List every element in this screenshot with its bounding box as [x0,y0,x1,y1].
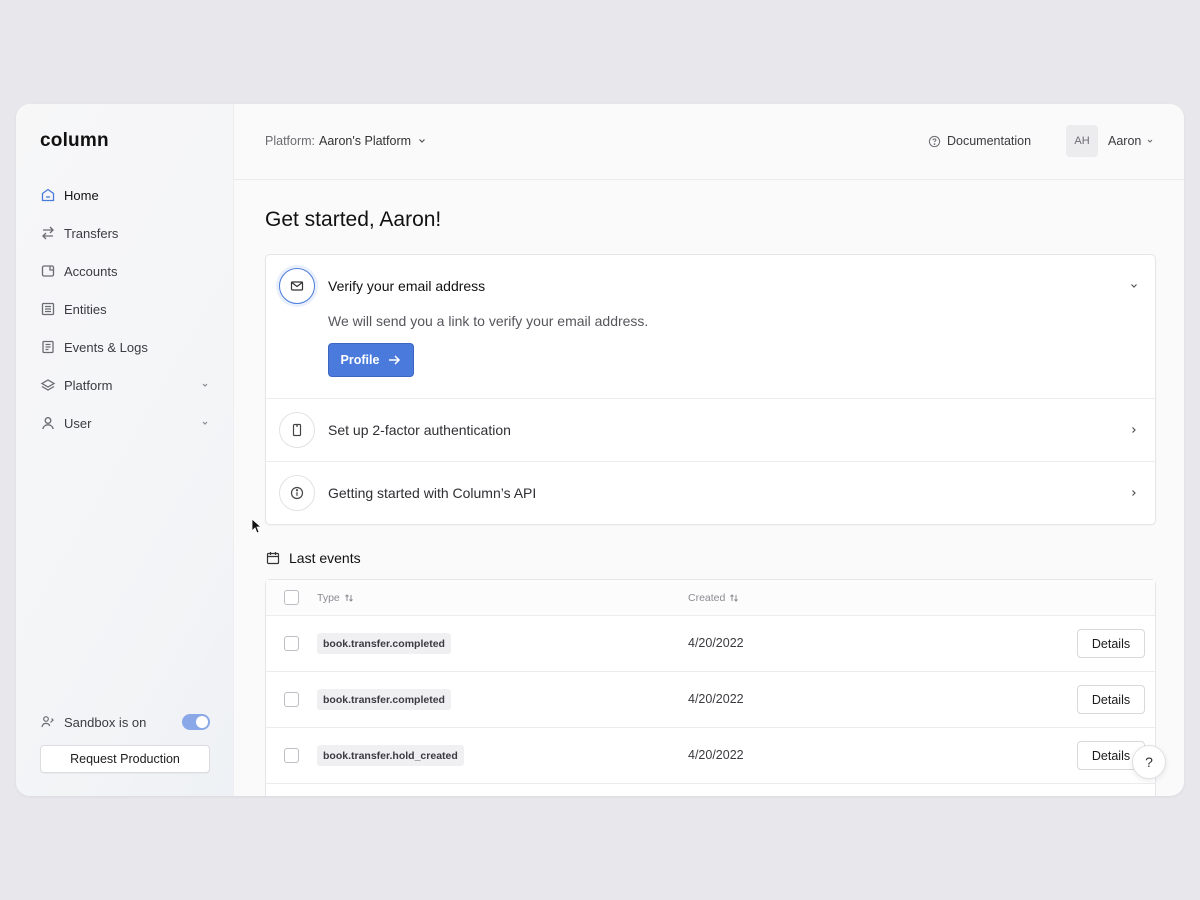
details-button[interactable]: Details [1077,685,1145,714]
profile-button-label: Profile [340,353,380,367]
event-type: book.transfer.completed [317,633,451,654]
column-header-type[interactable]: Type [317,592,354,604]
sandbox-toggle-row: Sandbox is on [40,710,210,734]
step-2fa[interactable]: Set up 2-factor authentication [266,399,1155,462]
sidebar-item-platform[interactable]: Platform [16,366,234,404]
step-description: We will send you a link to verify your e… [328,313,649,329]
table-row: book.transfer.completed 4/20/2022 Detail… [266,672,1155,728]
sort-icon [729,593,739,603]
sidebar-item-entities[interactable]: Entities [16,290,234,328]
events-table: Type Created book.transfer.completed 4/2… [265,579,1156,796]
page-title: Get started, Aaron! [265,208,442,231]
step-verify-email[interactable]: Verify your email address We will send y… [266,255,1155,399]
request-production-button[interactable]: Request Production [40,745,210,773]
step-api[interactable]: Getting started with Column’s API [266,462,1155,524]
sandbox-toggle[interactable] [182,714,210,730]
arrow-right-icon [387,353,401,367]
sidebar-item-accounts[interactable]: Accounts [16,252,234,290]
event-created: 4/20/2022 [688,748,744,762]
event-created: 4/20/2022 [688,692,744,706]
platform-value: Aaron's Platform [319,134,412,148]
sidebar-item-label: Home [64,187,99,203]
profile-button[interactable]: Profile [328,343,414,377]
sidebar-item-label: Events & Logs [64,339,148,355]
platform-prefix: Platform: [265,134,316,148]
help-circle-icon [928,135,941,148]
sort-icon [344,593,354,603]
step-title: Getting started with Column’s API [328,485,537,501]
logo: column [40,130,109,151]
chevron-down-icon [417,136,427,146]
table-row: book.transfer.hold_created 4/20/2022 Det… [266,728,1155,784]
sidebar-item-events-logs[interactable]: Events & Logs [16,328,234,366]
sandbox-icon [40,714,56,730]
sidebar-item-user[interactable]: User [16,404,234,442]
chevron-right-icon [1129,488,1139,498]
table-header: Type Created [266,580,1155,616]
chevron-down-icon [1146,137,1154,145]
mail-icon [279,268,315,304]
main-content: Platform: Aaron's Platform Documentation… [234,104,1184,796]
wallet-icon [40,263,56,279]
sidebar-item-label: Accounts [64,263,118,279]
phone-icon [279,412,315,448]
table-row: book.transfer.completed 4/20/2022 Detail… [266,616,1155,672]
sidebar-item-home[interactable]: Home [16,176,234,214]
home-icon [40,187,56,203]
column-header-created[interactable]: Created [688,592,739,604]
chevron-down-icon[interactable] [1129,281,1139,291]
column-label: Created [688,592,726,604]
details-button[interactable]: Details [1077,629,1145,658]
sidebar-item-label: User [64,415,92,431]
user-menu[interactable]: Aaron [1108,134,1154,148]
event-type: book.transfer.hold_created [317,745,464,766]
column-label: Type [317,592,340,604]
sandbox-label: Sandbox is on [64,714,147,730]
event-type: book.transfer.completed [317,689,451,710]
onboarding-steps: Verify your email address We will send y… [265,254,1156,525]
sidebar-item-label: Transfers [64,225,119,241]
last-events-title: Last events [289,550,361,566]
sidebar-item-transfers[interactable]: Transfers [16,214,234,252]
sidebar-nav: Home Transfers Accounts Entities Events … [16,176,234,442]
calendar-icon [265,550,281,566]
platform-selector[interactable]: Platform: Aaron's Platform [265,134,427,148]
app-window: column Home Transfers Accounts Entities … [16,104,1184,796]
sidebar-item-label: Platform [64,377,113,393]
info-icon [279,475,315,511]
event-created: 4/20/2022 [688,636,744,650]
mouse-cursor-icon [251,518,261,534]
step-title: Verify your email address [328,278,486,294]
topbar: Platform: Aaron's Platform Documentation… [234,104,1184,180]
row-checkbox[interactable] [284,748,299,763]
building-icon [40,301,56,317]
list-icon [40,339,56,355]
user-icon [40,415,56,431]
layers-icon [40,377,56,393]
documentation-link[interactable]: Documentation [928,134,1031,148]
row-checkbox[interactable] [284,692,299,707]
last-events-heading: Last events [265,550,361,566]
select-all-checkbox[interactable] [284,590,299,605]
documentation-label: Documentation [947,134,1032,148]
sidebar: column Home Transfers Accounts Entities … [16,104,234,796]
help-button[interactable]: ? [1132,745,1166,779]
arrows-swap-icon [40,225,56,241]
row-checkbox[interactable] [284,636,299,651]
avatar[interactable]: AH [1066,125,1098,157]
user-name: Aaron [1108,134,1142,148]
step-title: Set up 2-factor authentication [328,422,511,438]
chevron-down-icon [200,418,210,428]
sidebar-item-label: Entities [64,301,107,317]
chevron-down-icon [200,380,210,390]
chevron-right-icon [1129,425,1139,435]
